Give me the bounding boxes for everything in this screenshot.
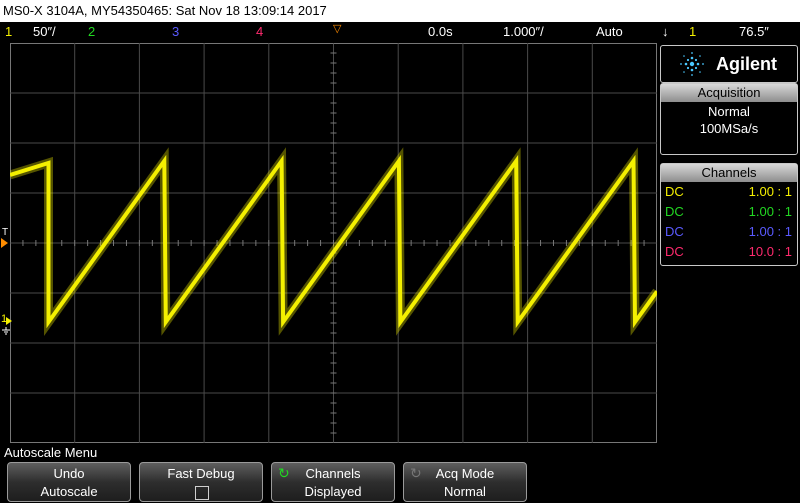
trigger-level[interactable]: 76.5″ (739, 24, 769, 39)
softkey-sublabel: Normal (444, 484, 486, 499)
trigger-level-arrow-icon (1, 238, 8, 248)
undo-autoscale-softkey[interactable]: Undo Autoscale (7, 462, 131, 502)
ch1-ground-marker[interactable]: 1 (0, 313, 12, 335)
channels-displayed-softkey[interactable]: ↻ Channels Displayed (271, 462, 395, 502)
brand-box: Agilent (660, 45, 798, 83)
ch2-number[interactable]: 2 (88, 24, 95, 39)
acquisition-box[interactable]: Acquisition Normal 100MSa/s (660, 83, 798, 155)
title-bar: MS0-X 3104A, MY54350465: Sat Nov 18 13:0… (0, 0, 800, 22)
channel-probe-ratio: 1.00 : 1 (748, 224, 792, 239)
softkey-label: Undo (53, 466, 85, 481)
trigger-level-label: T (2, 227, 9, 238)
menu-title: Autoscale Menu (4, 445, 98, 460)
softkey-sublabel: Displayed (304, 484, 362, 499)
ch1-scale[interactable]: 50″/ (33, 24, 56, 39)
channels-header: Channels (661, 164, 797, 182)
channel-coupling: DC (665, 184, 684, 199)
acquisition-mode: Normal (708, 104, 750, 119)
acquisition-rate: 100MSa/s (699, 121, 759, 136)
agilent-spark-icon (680, 52, 704, 76)
trigger-slope-icon: ↓ (662, 24, 669, 39)
right-panel: Agilent Acquisition Normal 100MSa/s Chan… (659, 43, 800, 443)
waveform-display[interactable] (10, 43, 657, 443)
instrument-title: MS0-X 3104A, MY54350465: Sat Nov 18 13:0… (3, 3, 327, 18)
channel-probe-ratio: 10.0 : 1 (748, 244, 792, 259)
brand-name: Agilent (716, 54, 777, 74)
ch1-ground-arrow-icon (6, 317, 12, 325)
ch1-number[interactable]: 1 (5, 24, 12, 39)
fast-debug-checkbox[interactable] (195, 486, 209, 500)
time-delay[interactable]: 0.0s (428, 24, 453, 39)
channel-row-2: DC 1.00 : 1 (661, 202, 797, 222)
channels-box[interactable]: Channels DC 1.00 : 1 DC 1.00 : 1 DC 1.00… (660, 163, 798, 266)
channel-probe-ratio: 1.00 : 1 (748, 204, 792, 219)
channel-coupling: DC (665, 224, 684, 239)
ch4-number[interactable]: 4 (256, 24, 263, 39)
time-scale[interactable]: 1.000″/ (503, 24, 544, 39)
ch3-number[interactable]: 3 (172, 24, 179, 39)
softkey-label: Acq Mode (435, 466, 495, 481)
channel-coupling: DC (665, 204, 684, 219)
trigger-position-marker: ▽ (333, 23, 342, 35)
channel-coupling: DC (665, 244, 684, 259)
status-strip: 1 50″/ 2 3 4 ▽ 0.0s 1.000″/ Auto ↓ 1 76.… (0, 22, 800, 42)
trigger-level-marker[interactable]: T (0, 227, 10, 251)
softkey-label: Fast Debug (167, 466, 235, 481)
acquisition-header: Acquisition (661, 84, 797, 102)
channel-row-4: DC 10.0 : 1 (661, 242, 797, 262)
channel-row-3: DC 1.00 : 1 (661, 222, 797, 242)
softkey-sublabel: Autoscale (40, 484, 98, 499)
acq-mode-softkey[interactable]: ↻ Acq Mode Normal (403, 462, 527, 502)
trigger-mode[interactable]: Auto (596, 24, 623, 39)
softkey-label: Channels (305, 466, 361, 481)
trigger-channel[interactable]: 1 (689, 24, 696, 39)
fast-debug-softkey[interactable]: Fast Debug (139, 462, 263, 502)
channel-row-1: DC 1.00 : 1 (661, 182, 797, 202)
ground-icon (2, 327, 10, 335)
channel-probe-ratio: 1.00 : 1 (748, 184, 792, 199)
